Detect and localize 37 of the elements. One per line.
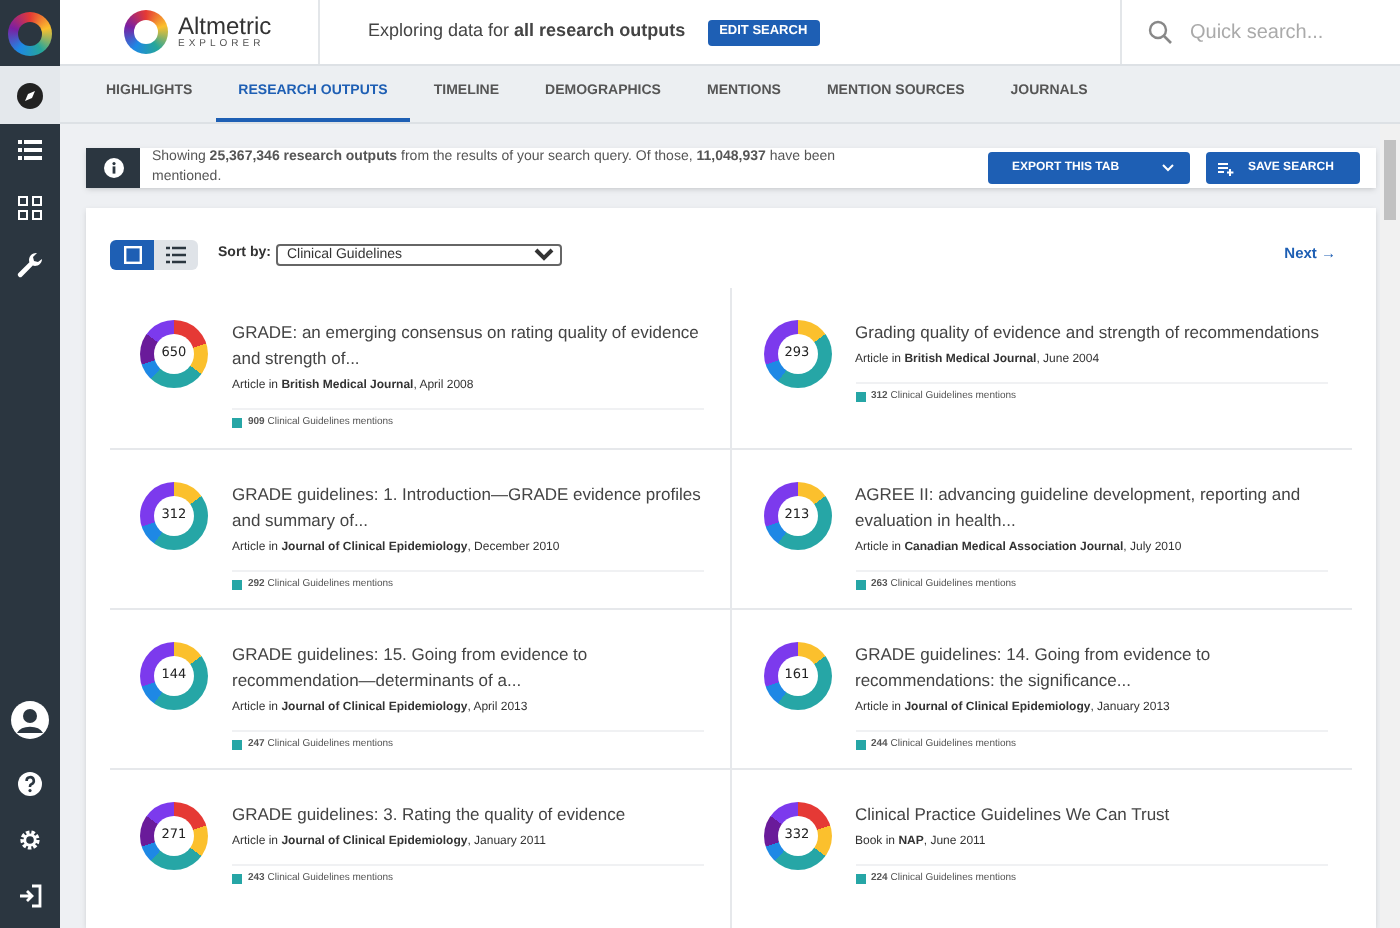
wrench-icon[interactable] <box>16 252 44 280</box>
output-title[interactable]: GRADE: an emerging consensus on rating quality of evidence and strength of... <box>232 320 704 372</box>
legend-square <box>232 418 242 429</box>
info-icon <box>103 158 123 178</box>
legend-square <box>855 392 865 403</box>
chevron-down-icon <box>1162 164 1174 172</box>
legend-square <box>855 874 865 885</box>
avatar-icon[interactable] <box>10 700 50 740</box>
logo-icon[interactable] <box>8 11 52 55</box>
grid-view-button[interactable] <box>110 239 154 269</box>
playlist-add-icon <box>1218 161 1236 175</box>
list-icon[interactable] <box>18 140 42 160</box>
legend-square <box>232 740 242 751</box>
legend-square <box>232 874 242 885</box>
help-icon[interactable] <box>18 772 42 796</box>
output-title[interactable]: Clinical Practice Guidelines We Can Trust <box>855 802 1327 828</box>
context-text: Exploring data for all research outputs <box>368 18 686 45</box>
output-title[interactable]: GRADE guidelines: 3. Rating the quality of evidence <box>232 802 704 828</box>
settings-icon[interactable] <box>18 828 42 852</box>
brand-name: Altmetric <box>178 14 272 38</box>
search-icon <box>1148 20 1172 44</box>
compass-icon[interactable] <box>16 81 44 109</box>
output-title[interactable]: AGREE II: advancing guideline development, reporting and evaluation in health... <box>855 482 1327 534</box>
output-title[interactable]: Grading quality of evidence and strength of recommendations <box>855 320 1327 346</box>
output-title[interactable]: GRADE guidelines: 15. Going from evidence to recommendation—determinants of a... <box>232 642 704 694</box>
list-icon <box>166 245 186 263</box>
output-title[interactable]: GRADE guidelines: 1. Introduction—GRADE evidence profiles and summary of... <box>232 482 704 534</box>
logo-icon <box>124 10 168 54</box>
search-field[interactable]: Quick search... <box>1190 17 1390 47</box>
legend-square <box>855 740 865 751</box>
list-view-button[interactable] <box>154 239 198 269</box>
legend-square <box>855 580 865 591</box>
legend-square <box>232 580 242 591</box>
grid-icon[interactable] <box>18 196 42 220</box>
output-title[interactable]: GRADE guidelines: 14. Going from evidence to recommendations: the significance... <box>855 642 1327 694</box>
sign-out-icon[interactable] <box>18 884 42 908</box>
square-icon <box>123 245 141 263</box>
